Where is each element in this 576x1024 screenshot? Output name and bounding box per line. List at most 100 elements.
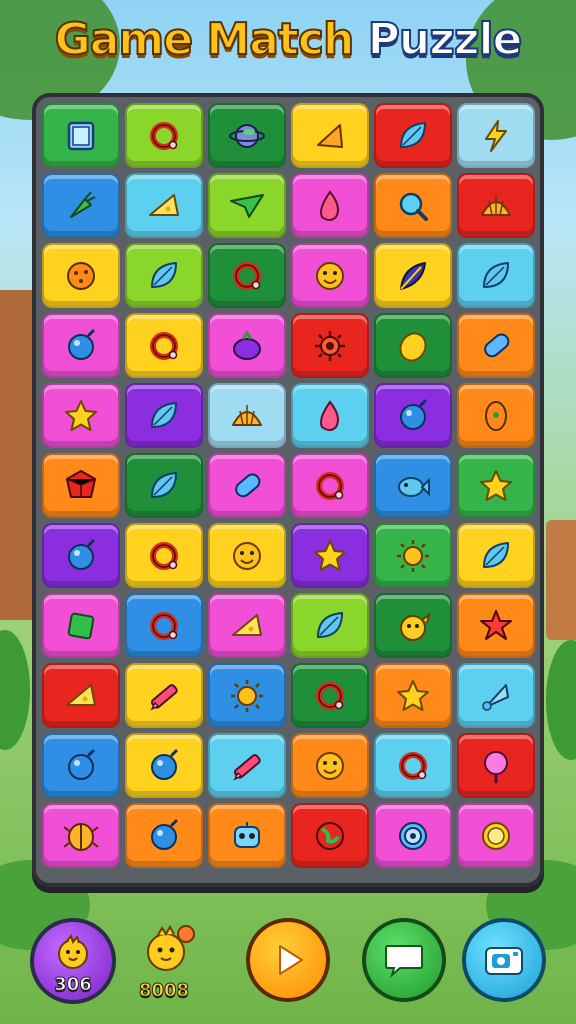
play-button[interactable] [246,918,330,1002]
board-tile[interactable] [208,733,286,798]
board-tile[interactable] [374,453,452,518]
board-tile[interactable] [42,383,120,448]
chick-icon [400,612,431,641]
board-tile[interactable] [457,383,535,448]
board-tile[interactable] [208,593,286,658]
board-tile[interactable] [208,243,286,308]
target-icon [399,821,427,850]
board-tile[interactable] [291,523,369,588]
board-tile[interactable] [208,313,286,378]
orb-icon [151,749,178,780]
board-tile[interactable] [457,733,535,798]
board-tile[interactable] [374,383,452,448]
game-board [32,93,544,887]
smiley-icon [316,261,344,290]
board-tile[interactable] [291,383,369,448]
leaf-icon [483,261,509,288]
board-tile[interactable] [374,733,452,798]
board-tile[interactable] [374,803,452,868]
camera-icon [485,947,523,975]
robot-icon [234,821,260,848]
lightning-icon [485,119,507,152]
cheese-icon [232,613,262,636]
board-tile[interactable] [291,243,369,308]
board-tile[interactable] [457,453,535,518]
board-tile[interactable] [291,313,369,378]
board-tile[interactable] [457,803,535,868]
ring-icon [150,121,178,150]
board-tile[interactable] [42,173,120,238]
board-tile[interactable] [125,173,203,238]
ring-icon [233,261,261,290]
board-tile[interactable] [208,103,286,168]
board-tile[interactable] [125,803,203,868]
board-tile[interactable] [208,663,286,728]
board-tile[interactable] [125,313,203,378]
board-tile[interactable] [125,103,203,168]
shell-icon [481,194,511,216]
board-tile[interactable] [42,103,120,168]
board-tile[interactable] [42,523,120,588]
board-tile[interactable] [125,383,203,448]
board-tile[interactable] [125,523,203,588]
board-tile[interactable] [42,453,120,518]
camera-button[interactable] [462,918,546,1002]
board-tile[interactable] [291,663,369,728]
ring-icon [150,611,178,640]
board-tile[interactable] [125,733,203,798]
board-tile[interactable] [125,593,203,658]
board-tile[interactable] [125,453,203,518]
board-tile[interactable] [42,243,120,308]
drop-icon [320,399,339,431]
board-tile[interactable] [291,803,369,868]
board-tile[interactable] [374,663,452,728]
chat-button[interactable] [362,918,446,1002]
board-tile[interactable] [291,173,369,238]
board-tile[interactable] [374,173,452,238]
cheese-icon [66,683,96,706]
ring-icon [150,331,178,360]
board-tile[interactable] [42,803,120,868]
board-tile[interactable] [291,593,369,658]
board-tile[interactable] [208,453,286,518]
board-tile[interactable] [42,663,120,728]
board-tile[interactable] [457,523,535,588]
board-tile[interactable] [374,103,452,168]
board-tile[interactable] [457,243,535,308]
board-tile[interactable] [457,173,535,238]
board-tile[interactable] [42,733,120,798]
board-tile[interactable] [208,803,286,868]
board-tile[interactable] [457,663,535,728]
title-word-1: Game Match [54,13,356,66]
board-tile[interactable] [374,313,452,378]
cookie-icon [67,261,95,290]
play-icon [279,945,303,975]
board-tile[interactable] [42,593,120,658]
board-tile[interactable] [208,173,286,238]
chat-icon [385,945,423,978]
board-tile[interactable] [291,733,369,798]
board-tile[interactable] [374,593,452,658]
board-tile[interactable] [457,593,535,658]
board-tile[interactable] [291,453,369,518]
board-tile[interactable] [291,103,369,168]
board-tile[interactable] [374,523,452,588]
star-icon [314,539,346,571]
board-tile[interactable] [457,313,535,378]
board-tile[interactable] [374,243,452,308]
board-tile[interactable] [208,523,286,588]
board-tile[interactable] [208,383,286,448]
board-tile[interactable] [42,313,120,378]
board-tile[interactable] [457,103,535,168]
globe-icon [316,821,344,850]
drop-icon [320,189,339,221]
board-tile[interactable] [125,663,203,728]
pencil-icon [150,683,178,711]
cheese-icon [149,193,179,216]
score-1: 306 [54,974,93,996]
bush [546,640,576,760]
orb-icon [400,399,427,430]
cone-icon [482,683,509,711]
board-tile[interactable] [125,243,203,308]
cube-icon [67,612,95,639]
